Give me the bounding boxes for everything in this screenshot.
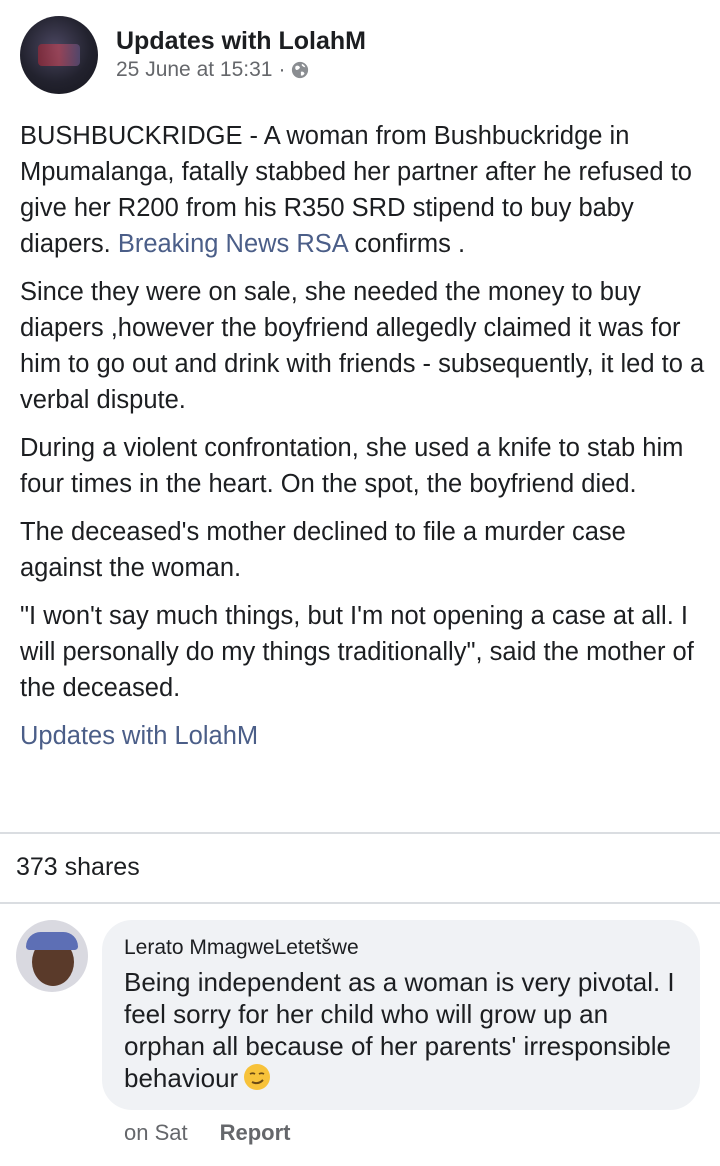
post-paragraph: During a violent confrontation, she used…: [20, 434, 684, 498]
comment-author-link[interactable]: Lerato MmagweLetetšwe: [124, 934, 678, 962]
post-body: BUSHBUCKRIDGE - A woman from Bushbuckrid…: [20, 118, 710, 754]
shares-count[interactable]: 373 shares: [16, 850, 140, 884]
post-paragraph: BUSHBUCKRIDGE - A woman from Bushbuckrid…: [20, 118, 710, 262]
comment-time[interactable]: on Sat: [124, 1118, 188, 1148]
report-button[interactable]: Report: [220, 1118, 291, 1148]
meta-separator: ·: [278, 58, 286, 81]
page-name-link[interactable]: Updates with LolahM: [116, 26, 366, 56]
divider: [0, 902, 720, 904]
page-logo-icon: [38, 44, 80, 66]
page-footer-link[interactable]: Updates with LolahM: [20, 718, 710, 754]
divider: [0, 832, 720, 834]
post-meta: 25 June at 15:31 ·: [116, 56, 366, 84]
comment-text: Being independent as a woman is very piv…: [124, 966, 678, 1094]
commenter-avatar[interactable]: [16, 920, 88, 992]
post-paragraph: Since they were on sale, she needed the …: [20, 278, 705, 414]
commenter-headwrap: [26, 932, 78, 950]
breaking-news-rsa-link[interactable]: Breaking News RSA: [118, 230, 348, 258]
globe-icon: [292, 61, 309, 79]
comment-body: Being independent as a woman is very piv…: [124, 967, 675, 1093]
post-header-text: Updates with LolahM 25 June at 15:31 ·: [116, 26, 366, 84]
page-avatar[interactable]: [20, 16, 98, 94]
comment-bubble: Lerato MmagweLetetšwe Being independent …: [102, 920, 700, 1110]
smirk-emoji-icon: [244, 1064, 271, 1090]
comment-actions: on Sat Report: [124, 1118, 291, 1148]
post-paragraph: The deceased's mother declined to file a…: [20, 518, 626, 582]
post-paragraph: "I won't say much things, but I'm not op…: [20, 602, 694, 702]
post-paragraph-text: confirms .: [347, 230, 466, 258]
post-header: Updates with LolahM 25 June at 15:31 ·: [20, 16, 366, 94]
post-timestamp[interactable]: 25 June at 15:31: [116, 56, 272, 84]
